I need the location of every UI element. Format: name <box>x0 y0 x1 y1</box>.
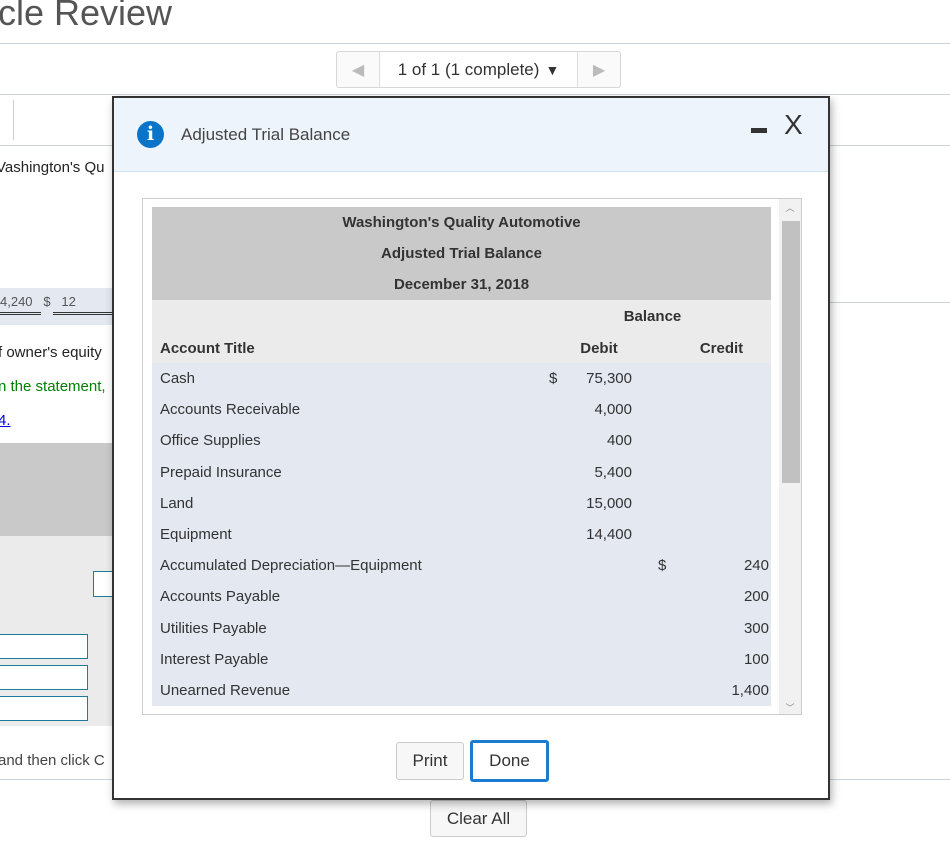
account-title: Unearned Revenue <box>160 681 291 699</box>
clear-all-button[interactable]: Clear All <box>430 800 527 837</box>
scroll-up-icon[interactable]: ︿ <box>779 199 801 217</box>
credit-amount: 240 <box>743 557 769 575</box>
scrollbar-thumb[interactable] <box>782 221 800 483</box>
col-debit: Debit <box>580 339 618 357</box>
table-row: Unearned Revenue 1,400 <box>152 674 771 707</box>
answer-input[interactable] <box>0 665 88 690</box>
pager: ◀ 1 of 1 (1 complete) ▼ ▶ <box>336 51 621 88</box>
table-row: Equipment 14,400 <box>152 518 771 551</box>
account-title: Equipment <box>160 526 232 544</box>
debit-amount: 15,000 <box>586 494 632 512</box>
table-row: Cash $75,300 <box>152 363 771 395</box>
debit-amount: 400 <box>606 432 632 450</box>
bg-text: f owner's equity <box>0 344 102 361</box>
close-icon[interactable]: X <box>784 109 803 141</box>
adjusted-trial-balance-dialog: i Adjusted Trial Balance X Washington's … <box>112 96 830 800</box>
tab-fragment[interactable]: ) <box>0 100 14 140</box>
pager-dropdown[interactable]: 1 of 1 (1 complete) ▼ <box>379 52 578 87</box>
table-row: Office Supplies 400 <box>152 425 771 457</box>
account-title: Cash <box>160 370 196 388</box>
col-credit: Credit <box>699 339 744 357</box>
account-title: Accumulated Depreciation—Equipment <box>160 557 422 575</box>
scrollbar[interactable]: ︿ ﹀ <box>779 199 801 714</box>
minimize-icon[interactable] <box>751 128 767 133</box>
account-title: Interest Payable <box>160 650 269 668</box>
dialog-title: Adjusted Trial Balance <box>181 125 351 144</box>
trial-balance-table: Washington's Quality Automotive Adjusted… <box>152 207 771 707</box>
credit-amount: 300 <box>743 619 769 637</box>
debit-amount: 5,400 <box>594 463 632 481</box>
bg-header-block <box>0 443 112 536</box>
company-text: Vashington's Qu <box>0 159 105 176</box>
bg-hint: n the statement, <box>0 378 106 395</box>
info-icon: i <box>137 121 164 148</box>
ticks-text: 4,240 $ 12 <box>0 294 76 309</box>
table-row: Accounts Receivable 4,000 <box>152 394 771 426</box>
done-button[interactable]: Done <box>470 740 549 782</box>
table-row: Utilities Payable 300 <box>152 612 771 644</box>
table-row: Accumulated Depreciation—Equipment $240 <box>152 550 771 582</box>
account-title: Land <box>160 494 194 512</box>
debit-amount: 14,400 <box>586 526 632 544</box>
debit-dollar-sign: $ <box>549 370 558 388</box>
pager-label: 1 of 1 (1 complete) <box>397 59 540 79</box>
account-title: Prepaid Insurance <box>160 463 282 481</box>
report-date: December 31, 2018 <box>152 269 771 300</box>
trial-balance-frame: Washington's Quality Automotive Adjusted… <box>142 198 802 715</box>
page-title: cle Review <box>0 0 173 33</box>
report-name: Adjusted Trial Balance <box>152 238 771 269</box>
account-title: Accounts Receivable <box>160 401 301 419</box>
divider <box>0 43 950 44</box>
debit-amount: 75,300 <box>586 370 632 388</box>
ticks-row: 4,240 $ 12 <box>0 288 112 325</box>
next-arrow-icon[interactable]: ▶ <box>578 52 620 87</box>
table-row: Land 15,000 <box>152 487 771 519</box>
table-row: Prepaid Insurance 5,400 <box>152 456 771 488</box>
company-name: Washington's Quality Automotive <box>152 207 771 238</box>
account-title: Utilities Payable <box>160 619 267 637</box>
credit-amount: 200 <box>743 588 769 606</box>
answer-input[interactable] <box>0 696 88 721</box>
credit-dollar-sign: $ <box>658 557 667 575</box>
col-account-title: Account Title <box>160 339 255 357</box>
dialog-header: i Adjusted Trial Balance X <box>114 98 828 172</box>
table-row: Interest Payable 100 <box>152 643 771 675</box>
bg-instruction: and then click C <box>0 752 105 769</box>
balance-header: Balance <box>623 308 682 325</box>
caret-down-icon: ▼ <box>545 61 560 78</box>
answer-input[interactable] <box>0 634 88 659</box>
bg-link[interactable]: 4. <box>0 412 11 429</box>
debit-amount: 4,000 <box>594 401 632 419</box>
account-title: Accounts Payable <box>160 588 281 606</box>
divider <box>0 94 950 95</box>
prev-arrow-icon[interactable]: ◀ <box>337 52 379 87</box>
account-title: Office Supplies <box>160 432 261 450</box>
credit-amount: 100 <box>743 650 769 668</box>
print-button[interactable]: Print <box>396 742 464 780</box>
credit-amount: 1,400 <box>731 681 769 699</box>
scroll-down-icon[interactable]: ﹀ <box>779 701 801 714</box>
table-row: Accounts Payable 200 <box>152 581 771 613</box>
